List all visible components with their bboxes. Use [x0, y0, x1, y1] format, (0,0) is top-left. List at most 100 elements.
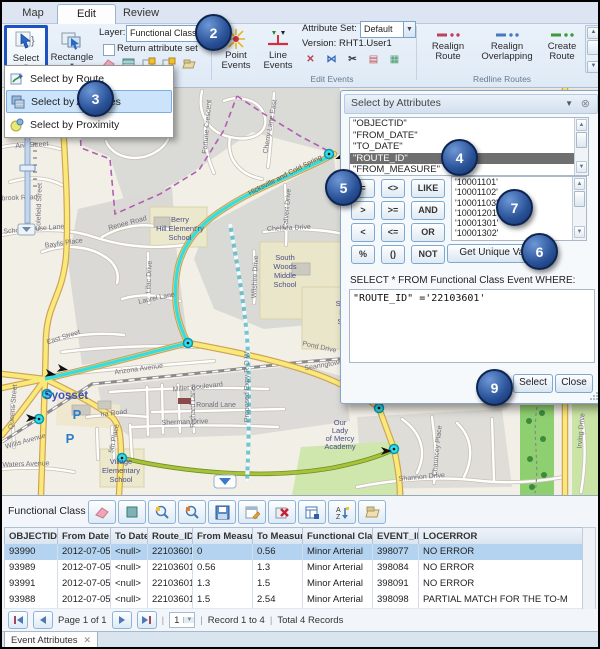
column-header[interactable]: To Measure [253, 528, 303, 545]
attribute-window-button[interactable] [298, 500, 326, 524]
tab-review[interactable]: Review [115, 4, 167, 23]
svg-text:Elementary: Elementary [102, 466, 140, 475]
svg-text:A: A [336, 507, 341, 514]
svg-text:}: } [31, 35, 35, 47]
callout-2: 2 [195, 14, 232, 51]
tab-event-attributes[interactable]: Event Attributes ✕ [4, 632, 98, 649]
table-scrollbar[interactable] [582, 527, 596, 610]
page-number-combo[interactable]: 1▼ [169, 612, 195, 628]
last-page-button[interactable] [137, 611, 157, 629]
dialog-menu-icon[interactable]: ▼ [565, 95, 573, 112]
select-by-attributes-dialog: Select by Attributes ▼ ⊗ "OBJECTID" "FRO… [340, 90, 600, 404]
switch-selection-button[interactable] [118, 500, 146, 524]
svg-text:School: School [169, 233, 192, 242]
value-item[interactable]: '10001302' [452, 228, 586, 238]
op-lt-button[interactable]: < [351, 223, 375, 242]
op-gt-button[interactable]: > [351, 201, 375, 220]
dialog-close-icon[interactable]: ⊗ [581, 96, 590, 113]
values-list-scrollbar[interactable]: ▲▼ [572, 177, 586, 240]
clear-table-selection-button[interactable] [88, 500, 116, 524]
field-list-scrollbar[interactable]: ▲▼ [574, 118, 588, 175]
create-route-button[interactable]: Create Route [539, 28, 585, 80]
panel-tab-bar: Event Attributes ✕ [2, 631, 598, 649]
edit-dates-button[interactable] [238, 500, 266, 524]
select-by-proximity-icon [10, 118, 24, 132]
column-header[interactable]: OBJECTID [5, 528, 58, 545]
op-like-button[interactable]: LIKE [411, 179, 445, 198]
column-header[interactable]: Route_ID [148, 528, 193, 545]
svg-text:Proposed Expy R O W: Proposed Expy R O W [244, 351, 251, 422]
rectangle-icon [60, 29, 84, 53]
return-attribute-set-checkbox[interactable] [103, 44, 115, 56]
where-clause-textarea[interactable]: "ROUTE_ID" ='22103601' [349, 289, 595, 363]
first-page-button[interactable] [8, 611, 28, 629]
field-item[interactable]: "OBJECTID" [350, 118, 588, 130]
column-header[interactable]: EVENT_ID [373, 528, 419, 545]
tab-close-icon[interactable]: ✕ [84, 635, 92, 646]
sort-button[interactable]: AZ [328, 500, 356, 524]
application-window: Syosset BerryHill Element'rySchool South… [0, 0, 600, 649]
selection-options-icon[interactable] [180, 57, 197, 73]
svg-text:South: South [275, 253, 295, 262]
column-header[interactable]: To Date [111, 528, 148, 545]
event-grid-icon[interactable]: ▦ [386, 52, 403, 68]
table-row[interactable]: 939912012-07-05<null>221036011.31.5Minor… [4, 576, 588, 593]
ribbon-scrollbar[interactable]: ▲▼ [585, 25, 600, 73]
svg-text:Hill Element'ry: Hill Element'ry [156, 224, 204, 233]
tab-map[interactable]: Map [12, 4, 54, 23]
overview-collapse-button[interactable] [214, 475, 236, 488]
prev-page-button[interactable] [33, 611, 53, 629]
edit-events-tools: ✕ ⋈ ✂ ▤ ▦ [302, 52, 403, 68]
event-panel-icon[interactable]: ▤ [365, 52, 382, 68]
select-by-attributes-icon [11, 95, 25, 109]
column-header[interactable]: Functional Class [303, 528, 373, 545]
op-gte-button[interactable]: >= [381, 201, 405, 220]
realign-route-button[interactable]: Realign Route [422, 28, 474, 80]
export-button[interactable] [358, 500, 386, 524]
op-or-button[interactable]: OR [411, 223, 445, 242]
realign-overlapping-button[interactable]: Realign Overlapping [478, 28, 536, 80]
table-row[interactable]: 939892012-07-05<null>221036010.561.3Mino… [4, 560, 588, 577]
pagination-bar: Page 1 of 1 | 1▼ | Record 1 to 4 | Total… [2, 609, 600, 631]
op-lte-button[interactable]: <= [381, 223, 405, 242]
attribute-set-combo-arrow[interactable]: ▼ [403, 21, 416, 38]
svg-text:Richard Lane: Richard Lane [190, 386, 197, 428]
line-events-button[interactable]: Line Events [258, 27, 298, 81]
where-label: SELECT * FROM Functional Class Event WHE… [350, 275, 575, 286]
create-route-icon [549, 28, 575, 42]
record-range-label: Record 1 to 4 [208, 615, 265, 626]
svg-text:Ronald Lane: Ronald Lane [196, 402, 236, 409]
resize-grip[interactable] [589, 391, 599, 401]
redline-routes-group-label: Redline Routes [452, 74, 552, 84]
save-button[interactable] [208, 500, 236, 524]
merge-event-icon[interactable]: ⋈ [323, 52, 340, 68]
attribute-set-combo[interactable]: Default [360, 21, 407, 38]
op-and-button[interactable]: AND [411, 201, 445, 220]
return-attribute-set-label: Return attribute set [117, 43, 198, 54]
op-not-button[interactable]: NOT [411, 245, 445, 264]
select-query-button[interactable]: Select [513, 374, 553, 393]
tab-edit[interactable]: Edit [57, 4, 116, 24]
op-notequals-button[interactable]: <> [381, 179, 405, 198]
next-page-button[interactable] [112, 611, 132, 629]
ribbon-tab-row: Map Edit Review [2, 2, 598, 24]
column-header[interactable]: LOCERROR [419, 528, 587, 545]
close-button[interactable]: Close [555, 374, 593, 393]
select-by-route-icon [10, 72, 24, 86]
field-item[interactable]: "FROM_DATE" [350, 130, 588, 142]
zoom-to-selection-button[interactable] [148, 500, 176, 524]
dialog-title-bar[interactable]: Select by Attributes ▼ ⊗ [344, 94, 598, 114]
column-header[interactable]: From Measure [193, 528, 253, 545]
table-row[interactable]: 939902012-07-05<null>2210360100.56Minor … [4, 544, 588, 561]
split-event-icon[interactable]: ✕ [302, 52, 319, 68]
delete-selected-button[interactable] [268, 500, 296, 524]
table-row[interactable]: 939882012-07-05<null>221036011.52.54Mino… [4, 592, 588, 609]
menu-item-select-by-proximity[interactable]: Select by Proximity [6, 113, 172, 136]
snap-event-icon[interactable]: ✂ [344, 52, 361, 68]
op-paren-button[interactable]: () [381, 245, 405, 264]
op-percent-button[interactable]: % [351, 245, 375, 264]
column-header[interactable]: From Date [58, 528, 111, 545]
svg-text:Woods: Woods [273, 262, 296, 271]
value-item[interactable]: '10001101' [452, 177, 586, 187]
pan-to-selection-button[interactable] [178, 500, 206, 524]
